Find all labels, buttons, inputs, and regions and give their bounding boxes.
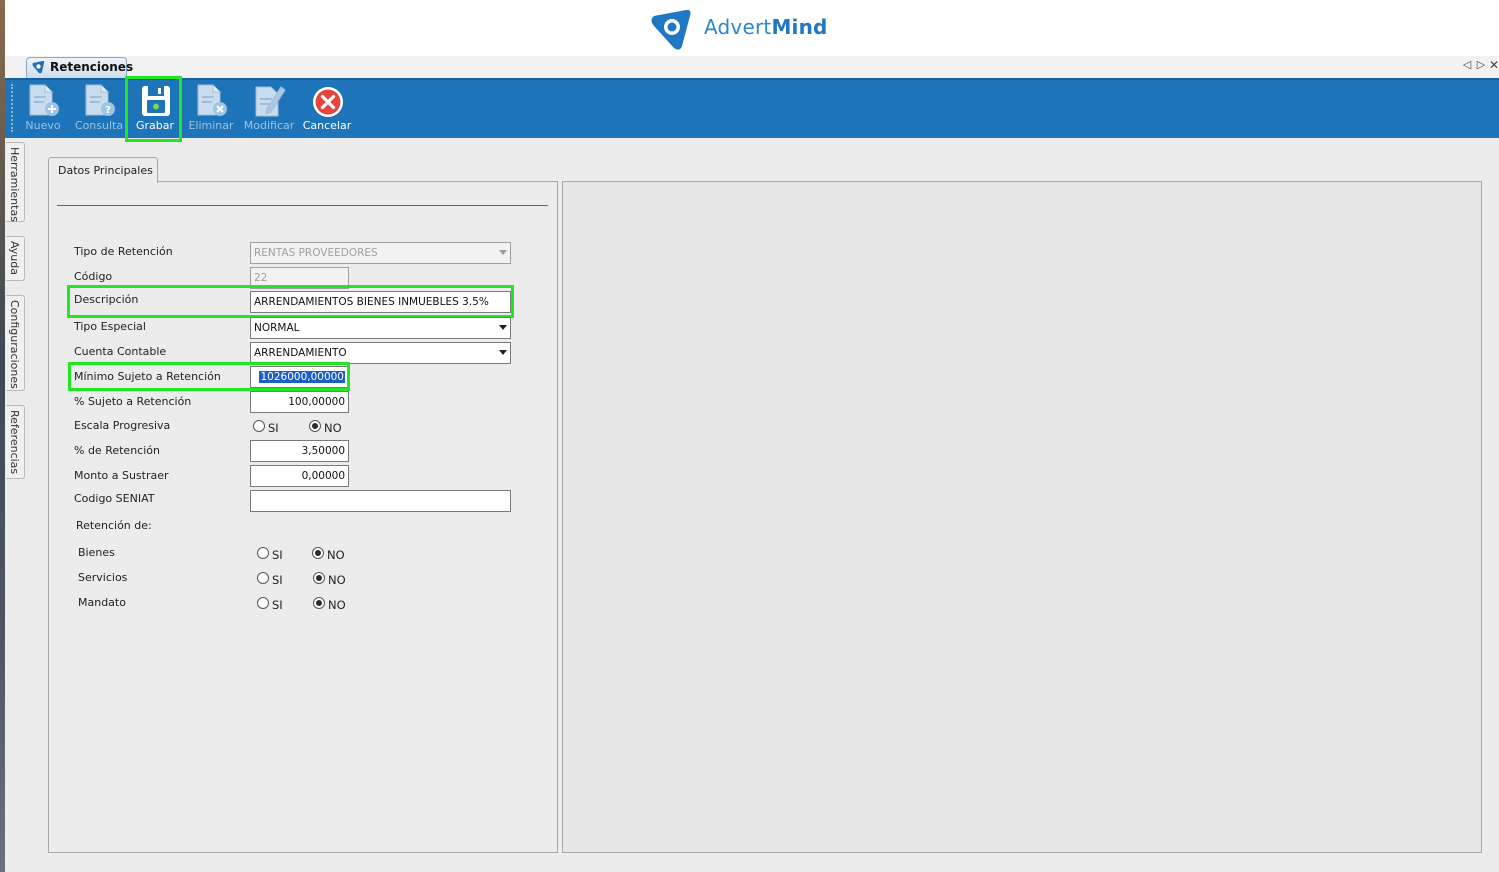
delete-document-icon bbox=[197, 84, 227, 116]
servicios-no-radio[interactable] bbox=[313, 572, 325, 584]
tipo-retencion-value: RENTAS PROVEEDORES bbox=[254, 247, 378, 259]
module-tab-label: Retenciones bbox=[50, 60, 134, 74]
cancel-circle-icon bbox=[313, 87, 343, 117]
brand-logo-text: AdvertMind bbox=[704, 15, 828, 39]
query-document-icon: ? bbox=[85, 84, 115, 116]
eliminar-button[interactable]: Eliminar bbox=[184, 80, 238, 138]
tipo-especial-value: NORMAL bbox=[254, 322, 300, 334]
monto-sustraer-value: 0,00000 bbox=[301, 470, 345, 482]
consulta-button[interactable]: ? Consulta bbox=[72, 80, 126, 138]
mandato-no-radio[interactable] bbox=[313, 597, 325, 609]
svg-text:?: ? bbox=[105, 105, 111, 116]
tipo-retencion-select[interactable]: RENTAS PROVEEDORES bbox=[250, 242, 511, 264]
minimo-sujeto-highlight-box bbox=[68, 362, 350, 391]
tipo-especial-label: Tipo Especial bbox=[74, 320, 146, 333]
side-tab-label: Ayuda bbox=[8, 241, 21, 275]
escala-progresiva-no-radio[interactable] bbox=[309, 420, 321, 432]
cancelar-label: Cancelar bbox=[302, 119, 352, 132]
form-divider bbox=[57, 205, 548, 206]
escala-progresiva-si-label: SI bbox=[268, 421, 279, 435]
side-tab-label: Referencias bbox=[8, 410, 21, 475]
pct-sujeto-label: % Sujeto a Retención bbox=[74, 395, 192, 408]
new-document-icon bbox=[29, 84, 59, 116]
toolbar-grip bbox=[11, 84, 13, 132]
nuevo-button[interactable]: Nuevo bbox=[16, 80, 70, 138]
bienes-no-radio[interactable] bbox=[312, 547, 324, 559]
tipo-especial-select[interactable]: NORMAL bbox=[250, 317, 511, 339]
module-tab-strip bbox=[5, 56, 1499, 78]
side-tab-ayuda[interactable]: Ayuda bbox=[6, 236, 25, 281]
edit-document-icon bbox=[255, 86, 286, 117]
consulta-label: Consulta bbox=[74, 119, 124, 132]
side-tab-label: Herramientas bbox=[8, 147, 21, 222]
tipo-retencion-label: Tipo de Retención bbox=[74, 245, 173, 258]
cancelar-button[interactable]: Cancelar bbox=[300, 80, 354, 138]
cuenta-contable-label: Cuenta Contable bbox=[74, 345, 167, 358]
nuevo-label: Nuevo bbox=[25, 119, 61, 132]
tab-scroll-right-icon[interactable]: ▷ bbox=[1475, 58, 1487, 71]
monto-sustraer-label: Monto a Sustraer bbox=[74, 469, 169, 482]
mandato-si-radio[interactable] bbox=[257, 597, 269, 609]
side-tab-herramientas[interactable]: Herramientas bbox=[6, 142, 25, 222]
retencion-de-label: Retención de: bbox=[76, 519, 152, 532]
codigo-seniat-label: Codigo SENIAT bbox=[74, 492, 155, 505]
escala-progresiva-no-label: NO bbox=[324, 421, 342, 435]
pct-sujeto-field[interactable]: 100,00000 bbox=[250, 391, 349, 413]
bienes-label: Bienes bbox=[78, 546, 115, 559]
escala-progresiva-label: Escala Progresiva bbox=[74, 419, 171, 432]
side-tab-label: Configuraciones bbox=[8, 300, 21, 389]
bienes-no-label: NO bbox=[327, 548, 345, 562]
servicios-si-label: SI bbox=[272, 573, 283, 587]
close-tab-icon[interactable]: ✕ bbox=[1488, 58, 1499, 72]
cuenta-contable-select[interactable]: ARRENDAMIENTO bbox=[250, 342, 511, 364]
side-tab-configuraciones[interactable]: Configuraciones bbox=[6, 295, 25, 391]
bienes-si-radio[interactable] bbox=[257, 547, 269, 559]
side-tab-referencias[interactable]: Referencias bbox=[6, 405, 25, 479]
chevron-down-icon bbox=[499, 250, 507, 255]
pct-sujeto-value: 100,00000 bbox=[288, 396, 345, 408]
grabar-highlight-box bbox=[125, 76, 182, 142]
codigo-seniat-field[interactable] bbox=[250, 490, 511, 512]
retenciones-tab-icon bbox=[32, 61, 45, 74]
mandato-label: Mandato bbox=[78, 596, 126, 609]
pct-retencion-field[interactable]: 3,50000 bbox=[250, 440, 349, 462]
tab-datos-principales-label: Datos Principales bbox=[58, 164, 153, 177]
servicios-label: Servicios bbox=[78, 571, 128, 584]
bienes-si-label: SI bbox=[272, 548, 283, 562]
modificar-label: Modificar bbox=[243, 119, 295, 132]
servicios-no-label: NO bbox=[328, 573, 346, 587]
pct-retencion-value: 3,50000 bbox=[301, 445, 345, 457]
descripcion-highlight-box bbox=[67, 285, 514, 318]
monto-sustraer-field[interactable]: 0,00000 bbox=[250, 465, 349, 487]
advertmind-logo-icon bbox=[651, 9, 691, 50]
codigo-label: Código bbox=[74, 270, 113, 283]
chevron-down-icon bbox=[499, 325, 507, 330]
cuenta-contable-value: ARRENDAMIENTO bbox=[254, 347, 347, 359]
codigo-value: 22 bbox=[254, 272, 268, 284]
mandato-si-label: SI bbox=[272, 598, 283, 612]
pct-retencion-label: % de Retención bbox=[74, 444, 160, 457]
servicios-si-radio[interactable] bbox=[257, 572, 269, 584]
mandato-no-label: NO bbox=[328, 598, 346, 612]
eliminar-label: Eliminar bbox=[188, 119, 234, 132]
tab-scroll-left-icon[interactable]: ◁ bbox=[1461, 58, 1473, 71]
detail-panel bbox=[562, 181, 1482, 853]
chevron-down-icon bbox=[499, 350, 507, 355]
modificar-button[interactable]: Modificar bbox=[242, 80, 296, 138]
escala-progresiva-si-radio[interactable] bbox=[253, 420, 265, 432]
